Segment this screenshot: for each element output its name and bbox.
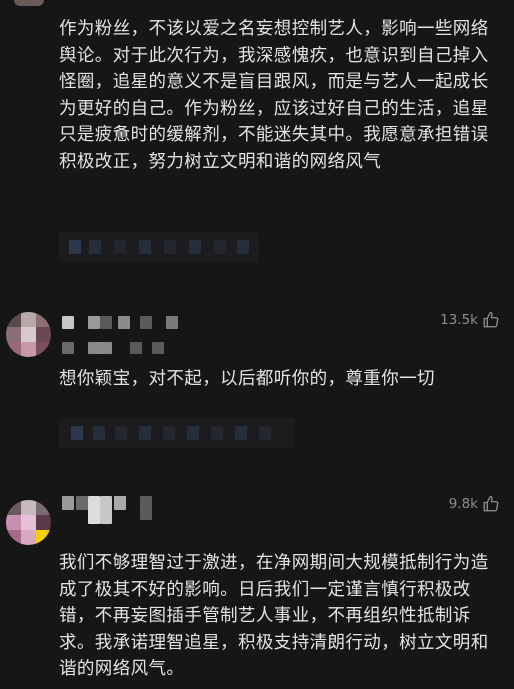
like-button[interactable]: 13.5k	[440, 311, 500, 329]
comment-item: 作为粉丝，不该以爱之名妄想控制艺人，影响一些网络舆论。对于此次行为，我深感愧疚，…	[0, 0, 514, 280]
like-button[interactable]: 9.8k	[449, 495, 500, 513]
comment-text: 我们不够理智过于激进，在净网期间大规模抵制行为造成了极其不好的影响。日后我们一定…	[59, 553, 489, 679]
like-count: 13.5k	[440, 312, 478, 328]
comment-item: 13.5k 想你颖宝，对不起，以后都听你的，尊重你一切	[0, 300, 514, 460]
avatar[interactable]	[6, 500, 51, 545]
thumbs-up-icon	[482, 311, 500, 329]
comment-text: 作为粉丝，不该以爱之名妄想控制艺人，影响一些网络舆论。对于此次行为，我深感愧疚，…	[59, 19, 489, 172]
comment-item: 9.8k 我们不够理智过于激进，在净网期间大规模抵制行为造成了极其不好的影响。日…	[0, 486, 514, 689]
reply-preview-blurred[interactable]	[59, 232, 259, 262]
comment-feed: 作为粉丝，不该以爱之名妄想控制艺人，影响一些网络舆论。对于此次行为，我深感愧疚，…	[0, 0, 514, 689]
avatar[interactable]	[6, 312, 51, 357]
like-count: 9.8k	[448, 496, 478, 512]
comment-text: 想你颖宝，对不起，以后都听你的，尊重你一切	[59, 369, 435, 389]
reply-preview-blurred[interactable]	[59, 418, 295, 448]
thumbs-up-icon	[482, 495, 500, 513]
